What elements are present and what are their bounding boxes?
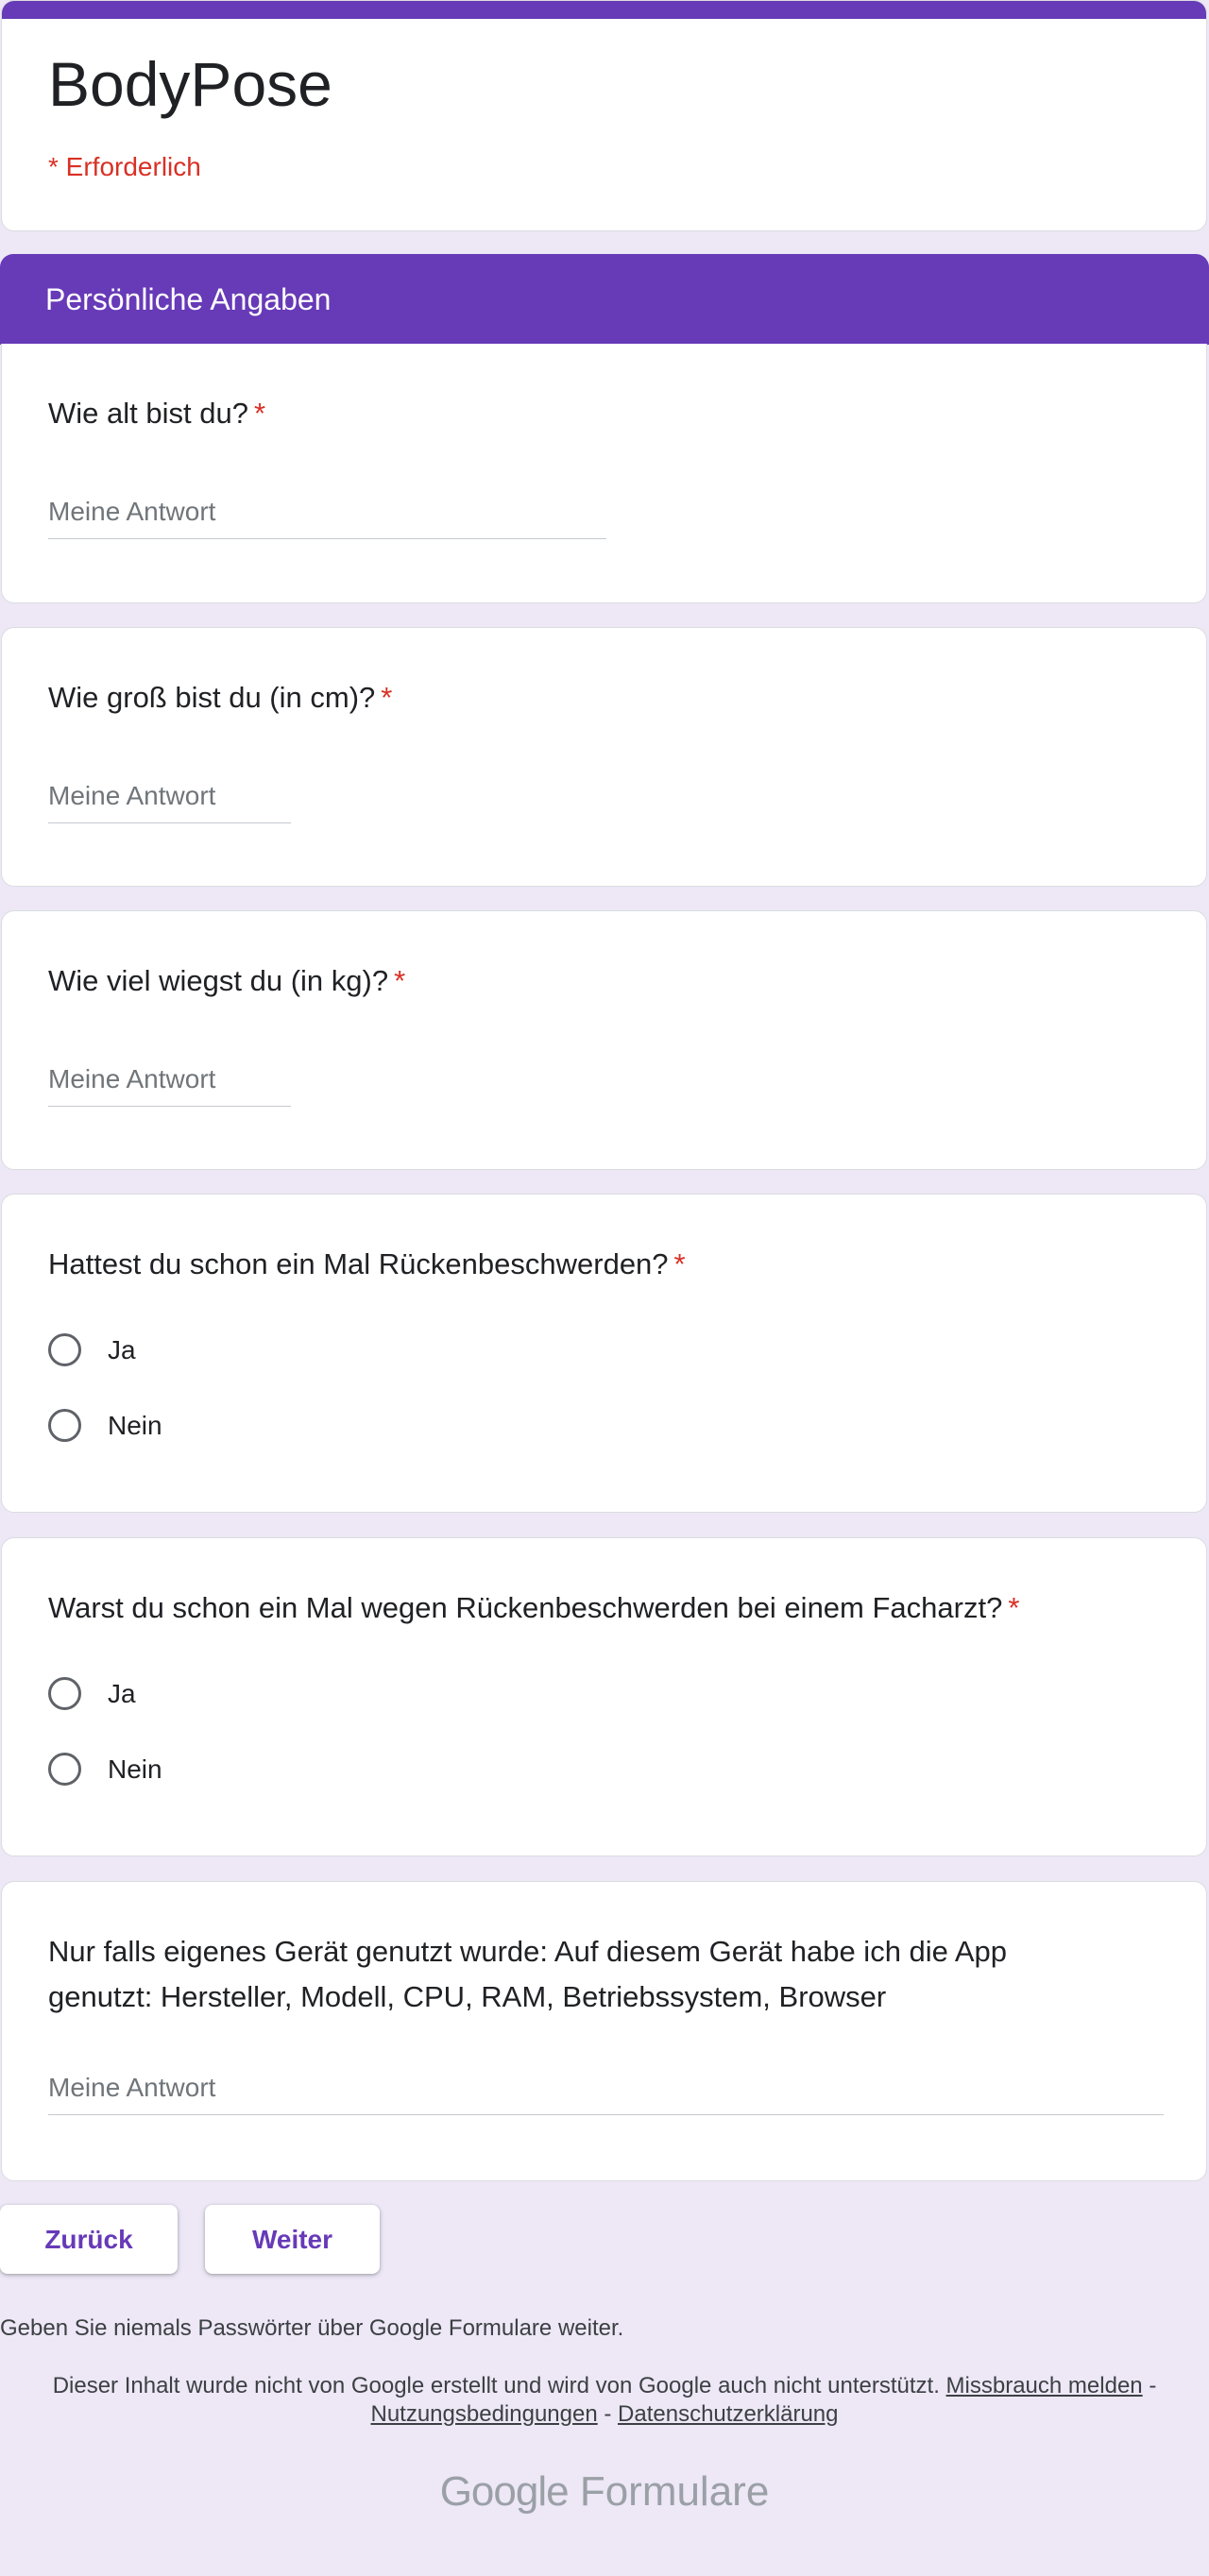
required-star: *: [673, 1247, 686, 1280]
google-forms-logo[interactable]: Google Formulare: [0, 2468, 1209, 2516]
radio-option-nein[interactable]: Nein: [48, 1409, 162, 1442]
radio-label: Nein: [108, 1410, 162, 1440]
required-star: *: [381, 681, 393, 714]
form-accent-bar: [2, 1, 1206, 19]
form-title: BodyPose: [48, 49, 332, 119]
footer-disclaimer: Dieser Inhalt wurde nicht von Google ers…: [52, 2373, 1157, 2427]
question-title: Wie viel wiegst du (in kg)? *: [48, 964, 406, 997]
form-title-card: BodyPose * Erforderlich: [1, 0, 1207, 231]
terms-link[interactable]: Nutzungsbedingungen: [370, 2401, 597, 2427]
required-note: * Erforderlich: [48, 152, 201, 181]
question-title: Warst du schon ein Mal wegen Rückenbesch…: [48, 1591, 1020, 1624]
required-star: *: [253, 397, 266, 430]
question-title: Hattest du schon ein Mal Rückenbeschwerd…: [48, 1247, 686, 1280]
radio-label: Ja: [108, 1678, 136, 1708]
report-abuse-link[interactable]: Missbrauch melden: [946, 2373, 1143, 2398]
question-card-specialist: Warst du schon ein Mal wegen Rückenbesch…: [1, 1537, 1207, 1856]
question-title: Wie groß bist du (in cm)? *: [48, 681, 393, 714]
device-input[interactable]: [48, 2074, 1164, 2115]
question-title: Wie alt bist du? *: [48, 397, 266, 430]
radio-option-ja[interactable]: Ja: [48, 1677, 136, 1710]
question-card-age: Wie alt bist du? *: [1, 344, 1207, 603]
section-header: Persönliche Angaben: [0, 254, 1209, 345]
radio-label: Ja: [108, 1334, 136, 1364]
privacy-link[interactable]: Datenschutzerklärung: [618, 2401, 838, 2427]
age-input[interactable]: [48, 498, 606, 539]
weight-input[interactable]: [48, 1065, 291, 1107]
next-button[interactable]: Weiter: [205, 2205, 380, 2274]
radio-circle-icon[interactable]: [48, 1409, 81, 1442]
question-card-weight: Wie viel wiegst du (in kg)? *: [1, 910, 1207, 1170]
back-button[interactable]: Zurück: [0, 2205, 178, 2274]
radio-circle-icon[interactable]: [48, 1677, 81, 1710]
question-card-height: Wie groß bist du (in cm)? *: [1, 627, 1207, 887]
radio-option-nein[interactable]: Nein: [48, 1753, 162, 1786]
required-star: *: [394, 964, 406, 997]
radio-circle-icon[interactable]: [48, 1333, 81, 1366]
question-title: Nur falls eigenes Gerät genutzt wurde: A…: [48, 1935, 1007, 2013]
height-input[interactable]: [48, 782, 291, 823]
required-star: *: [1008, 1591, 1020, 1624]
question-card-device: Nur falls eigenes Gerät genutzt wurde: A…: [1, 1881, 1207, 2181]
radio-circle-icon[interactable]: [48, 1753, 81, 1786]
radio-label: Nein: [108, 1754, 162, 1784]
question-card-back-pain: Hattest du schon ein Mal Rückenbeschwerd…: [1, 1194, 1207, 1513]
section-title: Persönliche Angaben: [45, 282, 332, 316]
radio-option-ja[interactable]: Ja: [48, 1333, 136, 1366]
password-warning: Geben Sie niemals Passwörter über Google…: [0, 2315, 624, 2341]
